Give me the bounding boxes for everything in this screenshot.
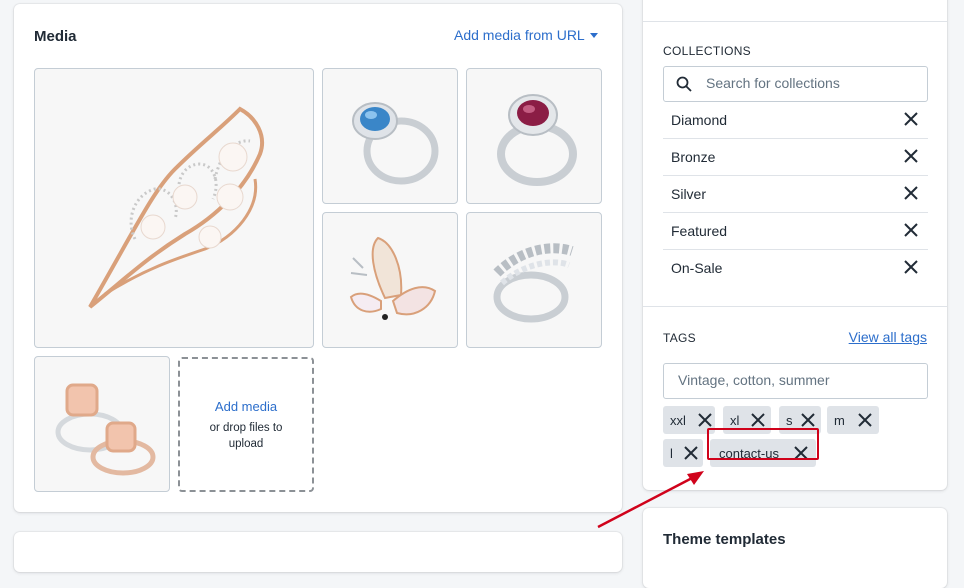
tag-label: s bbox=[786, 413, 793, 428]
divider bbox=[643, 306, 947, 307]
next-section-card bbox=[14, 532, 622, 572]
add-media-from-url-label: Add media from URL bbox=[454, 27, 585, 43]
collection-label: Diamond bbox=[671, 112, 728, 128]
media-drop-zone[interactable]: Add media or drop files to upload bbox=[178, 357, 314, 492]
media-thumbnail-butterfly-brooch[interactable] bbox=[322, 212, 458, 348]
collection-item-diamond: Diamond bbox=[663, 102, 928, 139]
collection-item-silver: Silver bbox=[663, 176, 928, 213]
tags-field[interactable] bbox=[663, 363, 928, 399]
leaf-ring-image bbox=[493, 243, 574, 323]
collection-item-on-sale: On-Sale bbox=[663, 250, 928, 286]
collections-search[interactable] bbox=[663, 66, 928, 102]
tag-label: xxl bbox=[670, 413, 686, 428]
collection-item-featured: Featured bbox=[663, 213, 928, 250]
tags-heading: TAGS bbox=[663, 331, 696, 345]
collection-label: Bronze bbox=[671, 149, 716, 165]
close-icon[interactable] bbox=[904, 186, 918, 200]
annotation-arrow bbox=[597, 471, 704, 529]
view-all-tags-link[interactable]: View all tags bbox=[849, 329, 927, 345]
collection-label: On-Sale bbox=[671, 260, 723, 276]
media-title: Media bbox=[34, 28, 77, 45]
close-icon[interactable] bbox=[751, 413, 765, 427]
close-icon[interactable] bbox=[698, 413, 712, 427]
media-thumbnail-leaf-brooch[interactable] bbox=[34, 68, 314, 348]
caret-down-icon bbox=[589, 33, 598, 38]
media-thumbnail-ruby-ring[interactable] bbox=[466, 68, 602, 204]
tags-input[interactable] bbox=[676, 371, 920, 389]
tag-label: l bbox=[670, 446, 673, 461]
close-icon[interactable] bbox=[858, 413, 872, 427]
collection-item-bronze: Bronze bbox=[663, 139, 928, 176]
divider bbox=[643, 21, 947, 22]
close-icon[interactable] bbox=[904, 149, 918, 163]
search-icon bbox=[676, 76, 692, 92]
close-icon[interactable] bbox=[801, 413, 815, 427]
collections-search-input[interactable] bbox=[704, 74, 918, 92]
tag-label: xl bbox=[730, 413, 740, 428]
leaf-brooch-image bbox=[88, 106, 264, 309]
close-icon[interactable] bbox=[904, 112, 918, 126]
butterfly-brooch-image bbox=[349, 236, 437, 320]
blue-ring-image bbox=[352, 102, 439, 185]
close-icon[interactable] bbox=[904, 260, 918, 274]
media-thumbnail-leaf-ring[interactable] bbox=[466, 212, 602, 348]
collections-heading: COLLECTIONS bbox=[663, 44, 751, 58]
morganite-rings-image bbox=[55, 383, 156, 476]
tag-chip-l: l bbox=[663, 439, 703, 467]
add-media-from-url-button[interactable]: Add media from URL bbox=[454, 27, 598, 43]
collection-label: Featured bbox=[671, 223, 728, 239]
media-thumbnail-blue-ring[interactable] bbox=[322, 68, 458, 204]
annotation-highlight-box bbox=[707, 428, 819, 460]
media-card: Media Add media from URL Add media or dr… bbox=[14, 4, 622, 512]
add-media-link[interactable]: Add media bbox=[180, 399, 312, 414]
close-icon[interactable] bbox=[684, 446, 698, 460]
media-thumbnail-morganite-rings[interactable] bbox=[34, 356, 170, 492]
close-icon[interactable] bbox=[904, 223, 918, 237]
tag-label: m bbox=[834, 413, 845, 428]
tag-chip-m: m bbox=[827, 406, 879, 434]
ruby-ring-image bbox=[497, 94, 577, 186]
collection-label: Silver bbox=[671, 186, 707, 202]
drop-files-hint: or drop files to upload bbox=[209, 422, 283, 450]
organization-card: COLLECTIONS Diamond Bronze Silver Featur… bbox=[643, 0, 947, 490]
